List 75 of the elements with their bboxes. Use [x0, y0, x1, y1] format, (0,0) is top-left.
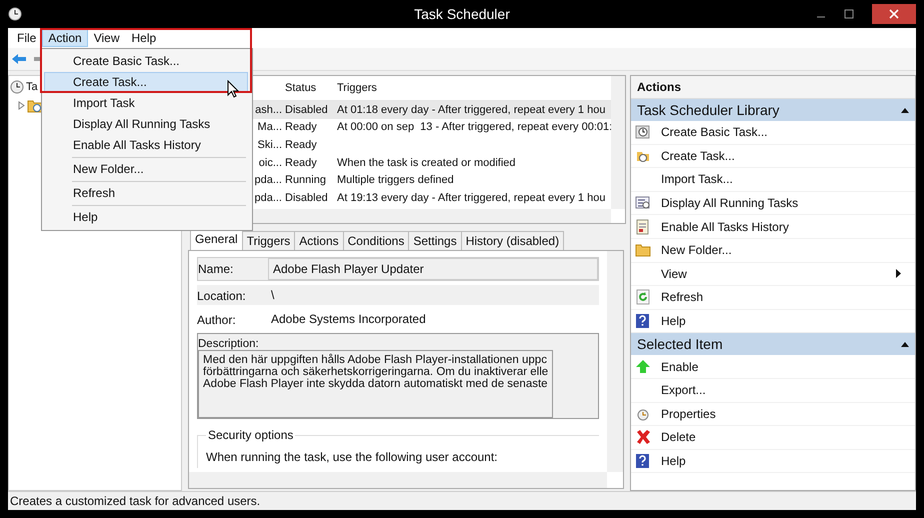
section-header[interactable]: Task Scheduler Library [631, 99, 915, 121]
table-cell: Ready [285, 156, 317, 169]
status-text: Creates a customized task for advanced users. [10, 494, 260, 508]
close-button[interactable] [872, 4, 916, 24]
table-cell: Ready [285, 121, 317, 134]
clock-icon [8, 7, 22, 21]
table-cell: Ready [285, 138, 317, 151]
menu-item[interactable]: Help [44, 207, 248, 228]
name-field[interactable]: Adobe Flash Player Updater [268, 258, 598, 280]
menu-item[interactable]: View [88, 29, 126, 47]
table-cell: Ski... [258, 138, 282, 151]
description-line: Adobe Flash Player inte skydda datorn automatiskt med de senaste [203, 378, 548, 390]
table-cell: pda... [254, 192, 282, 204]
table-cell: ash... [255, 104, 282, 116]
close-icon [889, 9, 899, 19]
table-cell: pda... [254, 174, 282, 186]
column-header[interactable]: Status [285, 82, 316, 94]
table-cell: Disabled [285, 192, 328, 204]
maximize-icon[interactable] [844, 9, 854, 19]
collapse-arrow-icon [901, 340, 909, 348]
command-entry[interactable]: Help [631, 450, 915, 474]
column-header[interactable]: Triggers [337, 82, 377, 94]
command-entry[interactable]: Import Task... [631, 168, 915, 192]
description-line: Med den här uppgiften hålls Adobe Flash Player-installationen uppc [203, 354, 548, 366]
command-entry[interactable]: Delete [631, 426, 915, 450]
description-line: förbättringarna och säkerhetskorrigeringarna. Om du inaktiverar elle [203, 366, 548, 378]
command-entry[interactable]: Export... [631, 378, 915, 403]
menu-item[interactable]: Action [42, 29, 88, 47]
tab[interactable]: Triggers [242, 231, 296, 250]
tab[interactable]: Settings [408, 231, 462, 250]
menu-item[interactable]: New Folder... [44, 159, 248, 180]
command-entry[interactable]: View [631, 262, 915, 286]
tab[interactable]: History (disabled) [460, 231, 564, 250]
scrollbar[interactable] [189, 472, 607, 488]
menu-item[interactable]: File [11, 29, 42, 47]
command-entry[interactable]: Display All Running Tasks [631, 192, 915, 216]
window-title: Task Scheduler [413, 6, 511, 22]
section-header[interactable]: Selected Item [631, 333, 915, 356]
menu-item[interactable]: Enable All Tasks History [44, 135, 248, 156]
menu-item[interactable]: Help [126, 29, 162, 47]
command-entry[interactable]: New Folder... [631, 238, 915, 263]
table-cell: oic... [258, 156, 282, 169]
section-title: Selected Item [637, 336, 723, 352]
security-text: When running the task, use the following user account: [206, 450, 499, 464]
table-cell: Disabled [285, 104, 328, 116]
table-cell: Multiple triggers defined [337, 174, 454, 186]
table-cell: Ma... [258, 121, 282, 134]
command-entry[interactable]: Create Task... [631, 144, 915, 168]
section-title: Task Scheduler Library [637, 102, 780, 118]
table-cell: Running [285, 174, 326, 186]
cursor-icon [227, 80, 239, 98]
scrollbar[interactable] [611, 76, 625, 209]
field-label: Description: [198, 337, 260, 350]
field-label: Location: [197, 288, 247, 303]
table-cell: When the task is created or modified [337, 156, 516, 169]
field-label: Author: [197, 312, 237, 327]
pane-title: Actions [631, 76, 915, 99]
group-title: Security options [206, 428, 296, 442]
command-entry[interactable]: Refresh [631, 286, 915, 310]
author-value: Adobe Systems Incorporated [270, 311, 427, 328]
scrollbar[interactable] [607, 251, 623, 472]
tree-item[interactable]: Ta [26, 81, 38, 93]
command-entry[interactable]: Create Basic Task... [631, 121, 915, 145]
command-entry[interactable]: Enable [631, 355, 915, 379]
table-cell: At 01:18 every day - After triggered, repeat every 1 hou [337, 104, 606, 116]
table-cell: At 00:00 on sep 13 - After triggered, repeat every 00:01: [337, 121, 612, 134]
command-entry[interactable]: Properties [631, 402, 915, 426]
command-entry[interactable]: Enable All Tasks History [631, 215, 915, 239]
field-label: Name: [198, 261, 234, 276]
back-arrow-icon[interactable] [11, 53, 27, 65]
table-cell: At 19:13 every day - After triggered, repeat every 1 hou [337, 192, 606, 204]
menu-item[interactable]: Refresh [44, 183, 248, 204]
description-field[interactable]: Med den här uppgiften hålls Adobe Flash Player-installationen uppc förbättringarna och säkerhetskorrigeringarna. Om du inaktiverar elle Adobe Flash Player inte skydda datorn automatiskt med de senaste [198, 350, 554, 418]
collapse-arrow-icon [901, 106, 909, 114]
clock-icon [10, 80, 24, 94]
